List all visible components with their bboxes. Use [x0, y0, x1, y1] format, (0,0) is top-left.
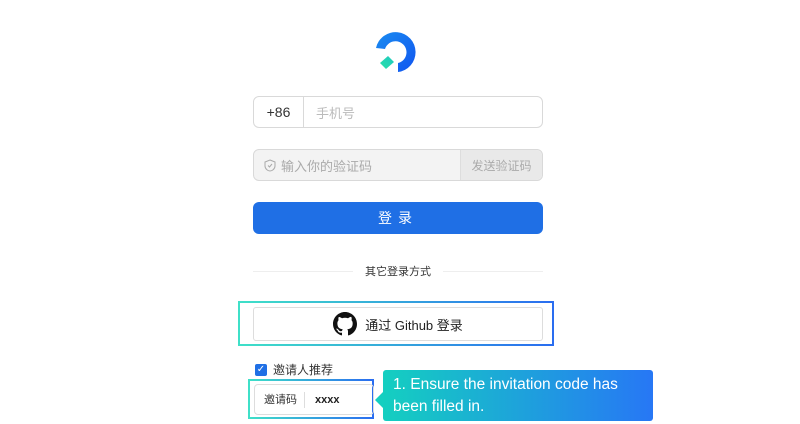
- checkbox-checked-icon[interactable]: ✓: [255, 363, 267, 376]
- send-code-button[interactable]: 发送验证码: [460, 150, 542, 180]
- other-login-divider: 其它登录方式: [253, 262, 543, 280]
- app-logo: [376, 32, 416, 72]
- code-placeholder: 输入你的验证码: [281, 158, 373, 174]
- github-login-button[interactable]: 通过 Github 登录: [253, 307, 543, 341]
- code-input[interactable]: 输入你的验证码: [254, 156, 460, 175]
- verification-code-field[interactable]: 输入你的验证码 发送验证码: [253, 149, 543, 181]
- invitation-code-field[interactable]: 邀请码 xxxx: [254, 384, 374, 415]
- github-icon: [333, 312, 358, 336]
- phone-input[interactable]: 手机号: [304, 103, 355, 122]
- referral-checkbox[interactable]: ✓ 邀请人推荐: [255, 361, 333, 378]
- country-code-select[interactable]: +86: [254, 97, 304, 127]
- github-login-label: 通过 Github 登录: [365, 317, 463, 333]
- invitation-code-input[interactable]: xxxx: [305, 394, 339, 406]
- guide-tooltip: 1. Ensure the invitation code has been f…: [383, 370, 653, 421]
- tooltip-arrow: [375, 392, 383, 408]
- login-button[interactable]: 登录: [253, 202, 543, 234]
- referral-label: 邀请人推荐: [273, 363, 334, 377]
- shield-icon: [264, 158, 276, 172]
- divider-label: 其它登录方式: [365, 266, 431, 278]
- invitation-code-label: 邀请码: [255, 391, 305, 408]
- phone-field[interactable]: +86 手机号: [253, 96, 543, 128]
